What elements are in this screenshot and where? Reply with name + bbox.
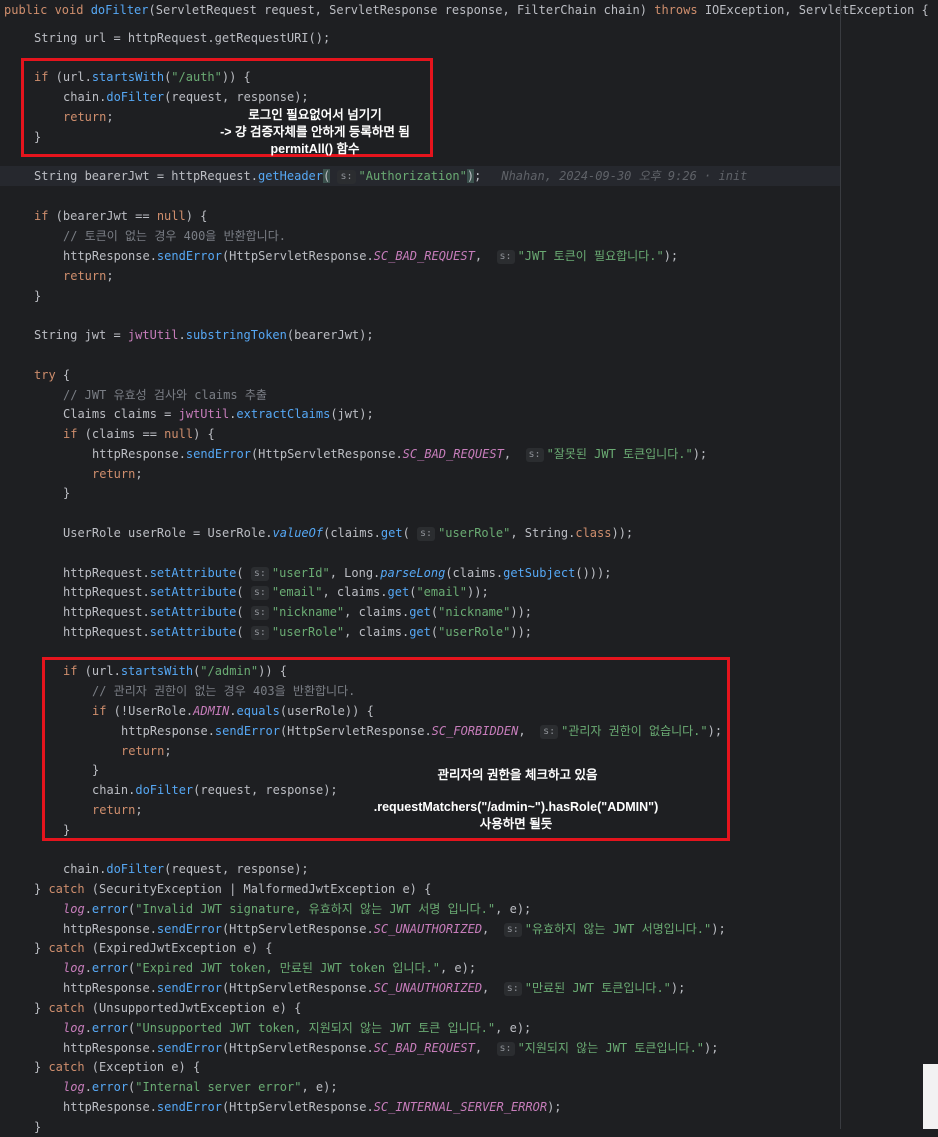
code-line: httpResponse.sendError(HttpServletRespon…: [63, 981, 686, 996]
code-line: String url = httpRequest.getRequestURI()…: [34, 31, 331, 45]
params: (ServletRequest request, ServletResponse…: [148, 3, 655, 17]
annotation-note-admin: .requestMatchers("/admin~").hasRole("ADM…: [366, 799, 666, 833]
code-line: httpResponse.sendError(HttpServletRespon…: [63, 249, 679, 264]
code-line: httpResponse.sendError(HttpServletRespon…: [63, 922, 726, 937]
code-line: httpRequest.setAttribute( s: "email", cla…: [63, 585, 489, 600]
annotation-line: 관리자의 권한을 체크하고 있음: [437, 768, 598, 782]
annotation-note-auth: 로그인 필요없어서 넘기기 -> 걍 검증자체를 안하게 등록하면 됨 perm…: [200, 107, 430, 158]
code-line: } catch (UnsupportedJwtException e) {: [34, 1001, 302, 1015]
git-blame-annotation: Nhahan, 2024-09-30 오후 9:26 · init: [501, 169, 748, 183]
code-line: log.error("Invalid JWT signature, 유효하지 않…: [63, 902, 532, 916]
code-line: if (bearerJwt == null) {: [34, 209, 208, 223]
code-line: } catch (Exception e) {: [34, 1060, 201, 1074]
code-line: return;: [92, 467, 143, 481]
code-line: if (claims == null) {: [63, 427, 215, 441]
scroll-corner-widget: [923, 1064, 938, 1129]
code-line: UserRole userRole = UserRole.valueOf(cla…: [63, 526, 634, 541]
code-line: return;: [63, 269, 114, 283]
right-margin-guide: [840, 0, 841, 1129]
code-line: }: [63, 486, 71, 500]
code-line: log.error("Expired JWT token, 만료된 JWT to…: [63, 961, 477, 975]
kw-public-void: public void: [4, 3, 91, 17]
code-line: Claims claims = jwtUtil.extractClaims(jw…: [63, 407, 374, 421]
code-line: httpRequest.setAttribute( s: "nickname", …: [63, 605, 533, 620]
exceptions: IOException, ServletException {: [697, 3, 929, 17]
code-line: httpResponse.sendError(HttpServletRespon…: [63, 1041, 719, 1056]
code-editor[interactable]: public void doFilter(ServletRequest requ…: [0, 0, 938, 1134]
annotation-line: .requestMatchers("/admin~").hasRole("ADM…: [373, 800, 659, 814]
annotation-line: 로그인 필요없어서 넘기기: [248, 108, 382, 122]
kw-throws: throws: [654, 3, 698, 17]
code-line: log.error("Unsupported JWT token, 지원되지 않…: [63, 1021, 532, 1035]
code-line-current: String bearerJwt = httpRequest.getHeader…: [0, 166, 840, 186]
annotation-note-admin-title: 관리자의 권한을 체크하고 있음: [430, 767, 605, 784]
annotation-line: 사용하면 될듯: [479, 817, 553, 831]
code-line: httpResponse.sendError(HttpServletRespon…: [63, 1100, 562, 1114]
code-line: } catch (SecurityException | MalformedJw…: [34, 882, 432, 896]
param-hint: s:: [337, 169, 356, 184]
annotation-line: -> 걍 검증자체를 안하게 등록하면 됨: [220, 125, 410, 139]
code-line: try {: [34, 368, 71, 382]
code-line: chain.doFilter(request, response);: [63, 862, 309, 876]
method-name: doFilter: [90, 3, 149, 17]
annotation-line: permitAll() 함수: [270, 142, 360, 156]
code-line: httpRequest.setAttribute( s: "userRole", …: [63, 625, 533, 640]
code-line: httpResponse.sendError(HttpServletRespon…: [92, 447, 708, 462]
code-line: log.error("Internal server error", e);: [63, 1080, 338, 1094]
method-signature: public void doFilter(ServletRequest requ…: [4, 0, 929, 20]
code-comment: // 토큰이 없는 경우 400을 반환합니다.: [63, 229, 286, 243]
code-comment: // JWT 유효성 검사와 claims 추출: [63, 388, 267, 402]
code-line: httpRequest.setAttribute( s: "userId", Lo…: [63, 566, 612, 581]
code-line: }: [34, 289, 42, 303]
code-line: }: [34, 1120, 42, 1134]
code-line: } catch (ExpiredJwtException e) {: [34, 941, 273, 955]
code-line: String jwt = jwtUtil.substringToken(bear…: [34, 328, 374, 342]
